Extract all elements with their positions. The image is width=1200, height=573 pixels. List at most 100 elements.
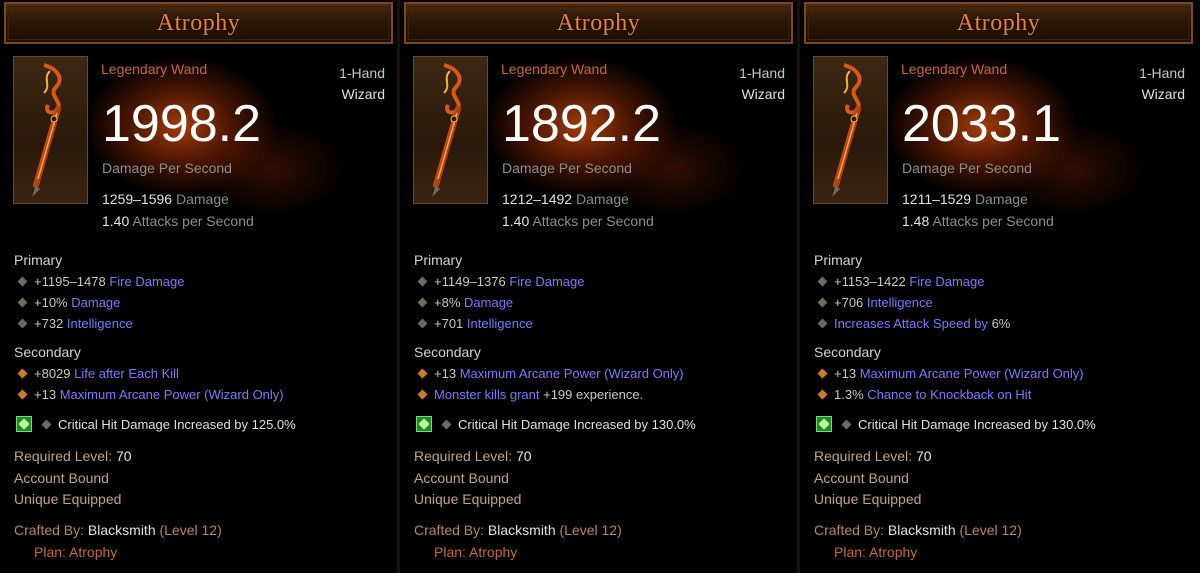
plan-link[interactable]: Plan: Atrophy <box>34 544 117 560</box>
socket-bonus: Critical Hit Damage Increased by 130.0% <box>840 417 1096 432</box>
wand-icon <box>432 63 462 197</box>
damage-line: 1259–1596 Damage <box>102 191 229 207</box>
dps-value: 2033.1 <box>902 95 1062 153</box>
diamond-bullet-icon <box>817 389 828 400</box>
diamond-bullet-icon <box>417 297 428 308</box>
aps-value: 1.40 <box>102 213 130 229</box>
plan-link[interactable]: Plan: Atrophy <box>434 544 517 560</box>
aps-value: 1.40 <box>502 213 530 229</box>
emerald-gem-icon <box>816 416 832 432</box>
damage-range: 1212–1492 <box>502 191 573 207</box>
secondary-header: Secondary <box>414 344 481 360</box>
account-bound: Account Bound <box>14 470 109 486</box>
diamond-bullet-icon <box>817 368 828 379</box>
crafted-by: Crafted By: Blacksmith (Level 12) <box>414 522 622 538</box>
item-title: Atrophy <box>956 9 1041 36</box>
item-slot-info: 1-Hand Wizard <box>339 63 385 105</box>
class-restriction: Wizard <box>341 86 385 102</box>
class-restriction: Wizard <box>741 86 785 102</box>
secondary-affix: 1.3% Chance to Knockback on Hit <box>816 387 1035 402</box>
attack-speed-line: 1.40 Attacks per Second <box>502 213 654 229</box>
required-level: Required Level: 70 <box>14 448 132 464</box>
secondary-header: Secondary <box>14 344 81 360</box>
crafted-by: Crafted By: Blacksmith (Level 12) <box>14 522 222 538</box>
attack-speed-line: 1.40 Attacks per Second <box>102 213 254 229</box>
aps-word: Attacks per Second <box>132 213 254 229</box>
dps-value: 1892.2 <box>502 95 662 153</box>
account-bound: Account Bound <box>414 470 509 486</box>
diamond-bullet-icon <box>441 419 452 430</box>
diamond-bullet-icon <box>417 318 428 329</box>
diamond-bullet-icon <box>417 368 428 379</box>
plan-link[interactable]: Plan: Atrophy <box>834 544 917 560</box>
item-quality: Legendary Wand <box>901 61 1008 77</box>
damage-line: 1211–1529 Damage <box>902 191 1028 207</box>
hand-type: 1-Hand <box>739 65 785 81</box>
hand-type: 1-Hand <box>1139 65 1185 81</box>
diamond-bullet-icon <box>817 297 828 308</box>
diamond-bullet-icon <box>817 318 828 329</box>
dps-label: Damage Per Second <box>502 160 632 176</box>
diamond-bullet-icon <box>417 389 428 400</box>
tooltip-title-bar: Atrophy <box>804 2 1193 44</box>
primary-affix: +1195–1478 Fire Damage <box>16 274 184 289</box>
item-tooltip-2: Atrophy Legendary Wand 1-Hand Wizard 189… <box>400 0 800 573</box>
tooltip-row: Atrophy Legendary Wand 1-Hand Wizard 199… <box>0 0 1200 573</box>
secondary-affix: Monster kills grant +199 experience. <box>416 387 643 402</box>
primary-affix: +701 Intelligence <box>416 316 536 331</box>
secondary-affix: +8029 Life after Each Kill <box>16 366 179 381</box>
damage-word: Damage <box>175 191 229 207</box>
primary-affix: +706 Intelligence <box>816 295 933 310</box>
item-tooltip-1: Atrophy Legendary Wand 1-Hand Wizard 199… <box>0 0 400 573</box>
socket-bonus: Critical Hit Damage Increased by 125.0% <box>40 417 296 432</box>
account-bound: Account Bound <box>814 470 909 486</box>
diamond-bullet-icon <box>17 368 28 379</box>
aps-word: Attacks per Second <box>932 213 1054 229</box>
class-restriction: Wizard <box>1141 86 1185 102</box>
tooltip-title-bar: Atrophy <box>404 2 793 44</box>
primary-affix: +1153–1422 Fire Damage <box>816 274 984 289</box>
hand-type: 1-Hand <box>339 65 385 81</box>
socket-bonus: Critical Hit Damage Increased by 130.0% <box>440 417 696 432</box>
primary-affix: +1149–1376 Fire Damage <box>416 274 584 289</box>
primary-header: Primary <box>14 252 63 268</box>
primary-header: Primary <box>414 252 463 268</box>
secondary-affix: +13 Maximum Arcane Power (Wizard Only) <box>816 366 1084 381</box>
primary-affix: +8% Damage <box>416 295 513 310</box>
unique-equipped: Unique Equipped <box>14 491 122 507</box>
diamond-bullet-icon <box>417 276 428 287</box>
diamond-bullet-icon <box>41 419 52 430</box>
crafted-by: Crafted By: Blacksmith (Level 12) <box>814 522 1022 538</box>
primary-affix: Increases Attack Speed by 6% <box>816 316 1010 331</box>
item-icon-frame <box>813 56 888 204</box>
item-quality: Legendary Wand <box>101 61 208 77</box>
secondary-affix: +13 Maximum Arcane Power (Wizard Only) <box>416 366 684 381</box>
aps-value: 1.48 <box>902 213 930 229</box>
emerald-gem-icon <box>16 416 32 432</box>
item-tooltip-3: Atrophy Legendary Wand 1-Hand Wizard 203… <box>800 0 1197 573</box>
dps-value: 1998.2 <box>102 95 262 153</box>
damage-word: Damage <box>575 191 629 207</box>
required-level: Required Level: 70 <box>814 448 932 464</box>
primary-affix: +732 Intelligence <box>16 316 136 331</box>
damage-range: 1211–1529 <box>902 191 972 207</box>
unique-equipped: Unique Equipped <box>814 491 922 507</box>
damage-line: 1212–1492 Damage <box>502 191 629 207</box>
item-icon-frame <box>13 56 88 204</box>
diamond-bullet-icon <box>17 318 28 329</box>
item-icon-frame <box>413 56 488 204</box>
wand-icon <box>32 63 62 197</box>
item-title: Atrophy <box>156 9 241 36</box>
dps-label: Damage Per Second <box>902 160 1032 176</box>
emerald-gem-icon <box>416 416 432 432</box>
required-level: Required Level: 70 <box>414 448 532 464</box>
secondary-header: Secondary <box>814 344 881 360</box>
diamond-bullet-icon <box>17 389 28 400</box>
unique-equipped: Unique Equipped <box>414 491 522 507</box>
primary-affix: +10% Damage <box>16 295 120 310</box>
wand-icon <box>832 63 862 197</box>
diamond-bullet-icon <box>17 276 28 287</box>
damage-range: 1259–1596 <box>102 191 173 207</box>
primary-header: Primary <box>814 252 863 268</box>
tooltip-title-bar: Atrophy <box>4 2 393 44</box>
